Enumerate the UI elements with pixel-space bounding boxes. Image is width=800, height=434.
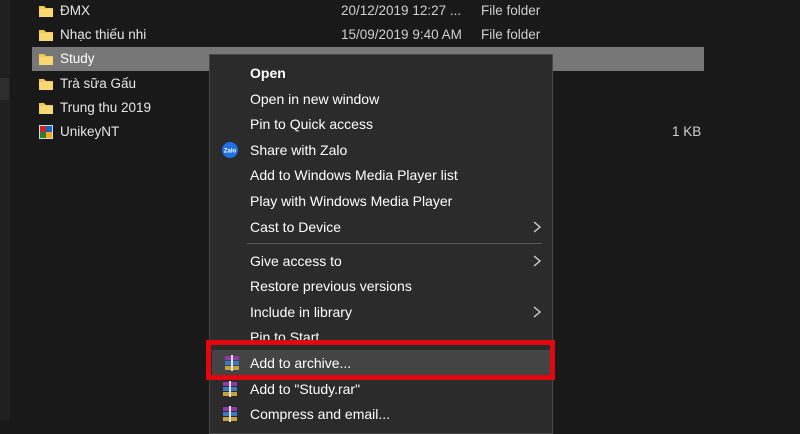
menu-item-add-to-archive[interactable]: Add to archive... bbox=[212, 350, 550, 376]
menu-item-cast-to-device[interactable]: Cast to Device bbox=[210, 214, 552, 240]
file-size: 1 KB bbox=[672, 124, 702, 139]
folder-icon bbox=[39, 79, 53, 90]
file-date-modified: 20/12/2019 12:27 ... bbox=[341, 3, 462, 18]
unikey-app-icon bbox=[39, 125, 53, 139]
menu-item-label: Add to archive... bbox=[250, 355, 352, 371]
menu-item-label: Share with Zalo bbox=[250, 142, 348, 158]
menu-item-label: Pin to Quick access bbox=[250, 116, 373, 132]
menu-item-restore-previous-versions[interactable]: Restore previous versions bbox=[210, 273, 552, 299]
menu-item-label: Open in new window bbox=[250, 91, 380, 107]
menu-item-compress-and-email[interactable]: Compress and email... bbox=[210, 401, 552, 427]
menu-item-share-with-zalo[interactable]: Zalo Share with Zalo bbox=[210, 137, 552, 163]
menu-item-label: Pin to Start bbox=[250, 329, 320, 345]
menu-item-open-in-new-window[interactable]: Open in new window bbox=[210, 86, 552, 112]
menu-item-label: Give access to bbox=[250, 253, 342, 269]
chevron-right-icon bbox=[533, 306, 542, 318]
file-row-nhac-thieu-nhi[interactable]: Nhạc thiếu nhi 15/09/2019 9:40 AM File f… bbox=[32, 23, 704, 47]
folder-icon bbox=[39, 6, 53, 17]
folder-icon bbox=[39, 103, 53, 114]
menu-item-label: Add to "Study.rar" bbox=[250, 381, 361, 397]
file-name: Study bbox=[60, 51, 95, 66]
menu-item-add-to-study-rar[interactable]: Add to "Study.rar" bbox=[210, 376, 552, 402]
menu-item-label: Add to Windows Media Player list bbox=[250, 167, 458, 183]
menu-separator bbox=[247, 243, 542, 244]
menu-item-label: Restore previous versions bbox=[250, 278, 412, 294]
zalo-icon-text: Zalo bbox=[224, 149, 237, 155]
menu-item-label: Include in library bbox=[250, 304, 352, 320]
folder-icon bbox=[39, 30, 53, 41]
chevron-right-icon bbox=[533, 255, 542, 267]
menu-item-label: Compress and email... bbox=[250, 406, 391, 422]
file-name: UnikeyNT bbox=[60, 124, 120, 139]
file-row-dmx[interactable]: ĐMX 20/12/2019 12:27 ... File folder bbox=[32, 0, 704, 23]
menu-item-play-with-wmp[interactable]: Play with Windows Media Player bbox=[210, 188, 552, 214]
menu-item-label: Open bbox=[250, 65, 286, 81]
menu-item-pin-to-quick-access[interactable]: Pin to Quick access bbox=[210, 111, 552, 137]
file-name: Trung thu 2019 bbox=[60, 100, 152, 115]
menu-item-open[interactable]: Open bbox=[210, 60, 552, 86]
file-date-modified: 15/09/2019 9:40 AM bbox=[341, 27, 462, 42]
file-name: Nhạc thiếu nhi bbox=[60, 27, 147, 42]
winrar-icon bbox=[225, 355, 239, 371]
file-name: ĐMX bbox=[60, 3, 90, 18]
menu-item-pin-to-start[interactable]: Pin to Start bbox=[210, 324, 552, 350]
menu-item-include-in-library[interactable]: Include in library bbox=[210, 299, 552, 325]
menu-item-label: Cast to Device bbox=[250, 219, 342, 235]
context-menu: Open Open in new window Pin to Quick acc… bbox=[209, 54, 553, 434]
file-type: File folder bbox=[481, 27, 541, 42]
folder-icon bbox=[39, 54, 53, 65]
menu-item-give-access-to[interactable]: Give access to bbox=[210, 248, 552, 274]
winrar-icon bbox=[223, 381, 237, 397]
menu-item-label: Play with Windows Media Player bbox=[250, 193, 453, 209]
file-type: File folder bbox=[481, 3, 541, 18]
chevron-right-icon bbox=[533, 221, 542, 233]
menu-item-add-to-wmp-list[interactable]: Add to Windows Media Player list bbox=[210, 162, 552, 188]
file-name: Trà sữa Gấu bbox=[60, 76, 137, 91]
zalo-icon: Zalo bbox=[222, 142, 238, 158]
